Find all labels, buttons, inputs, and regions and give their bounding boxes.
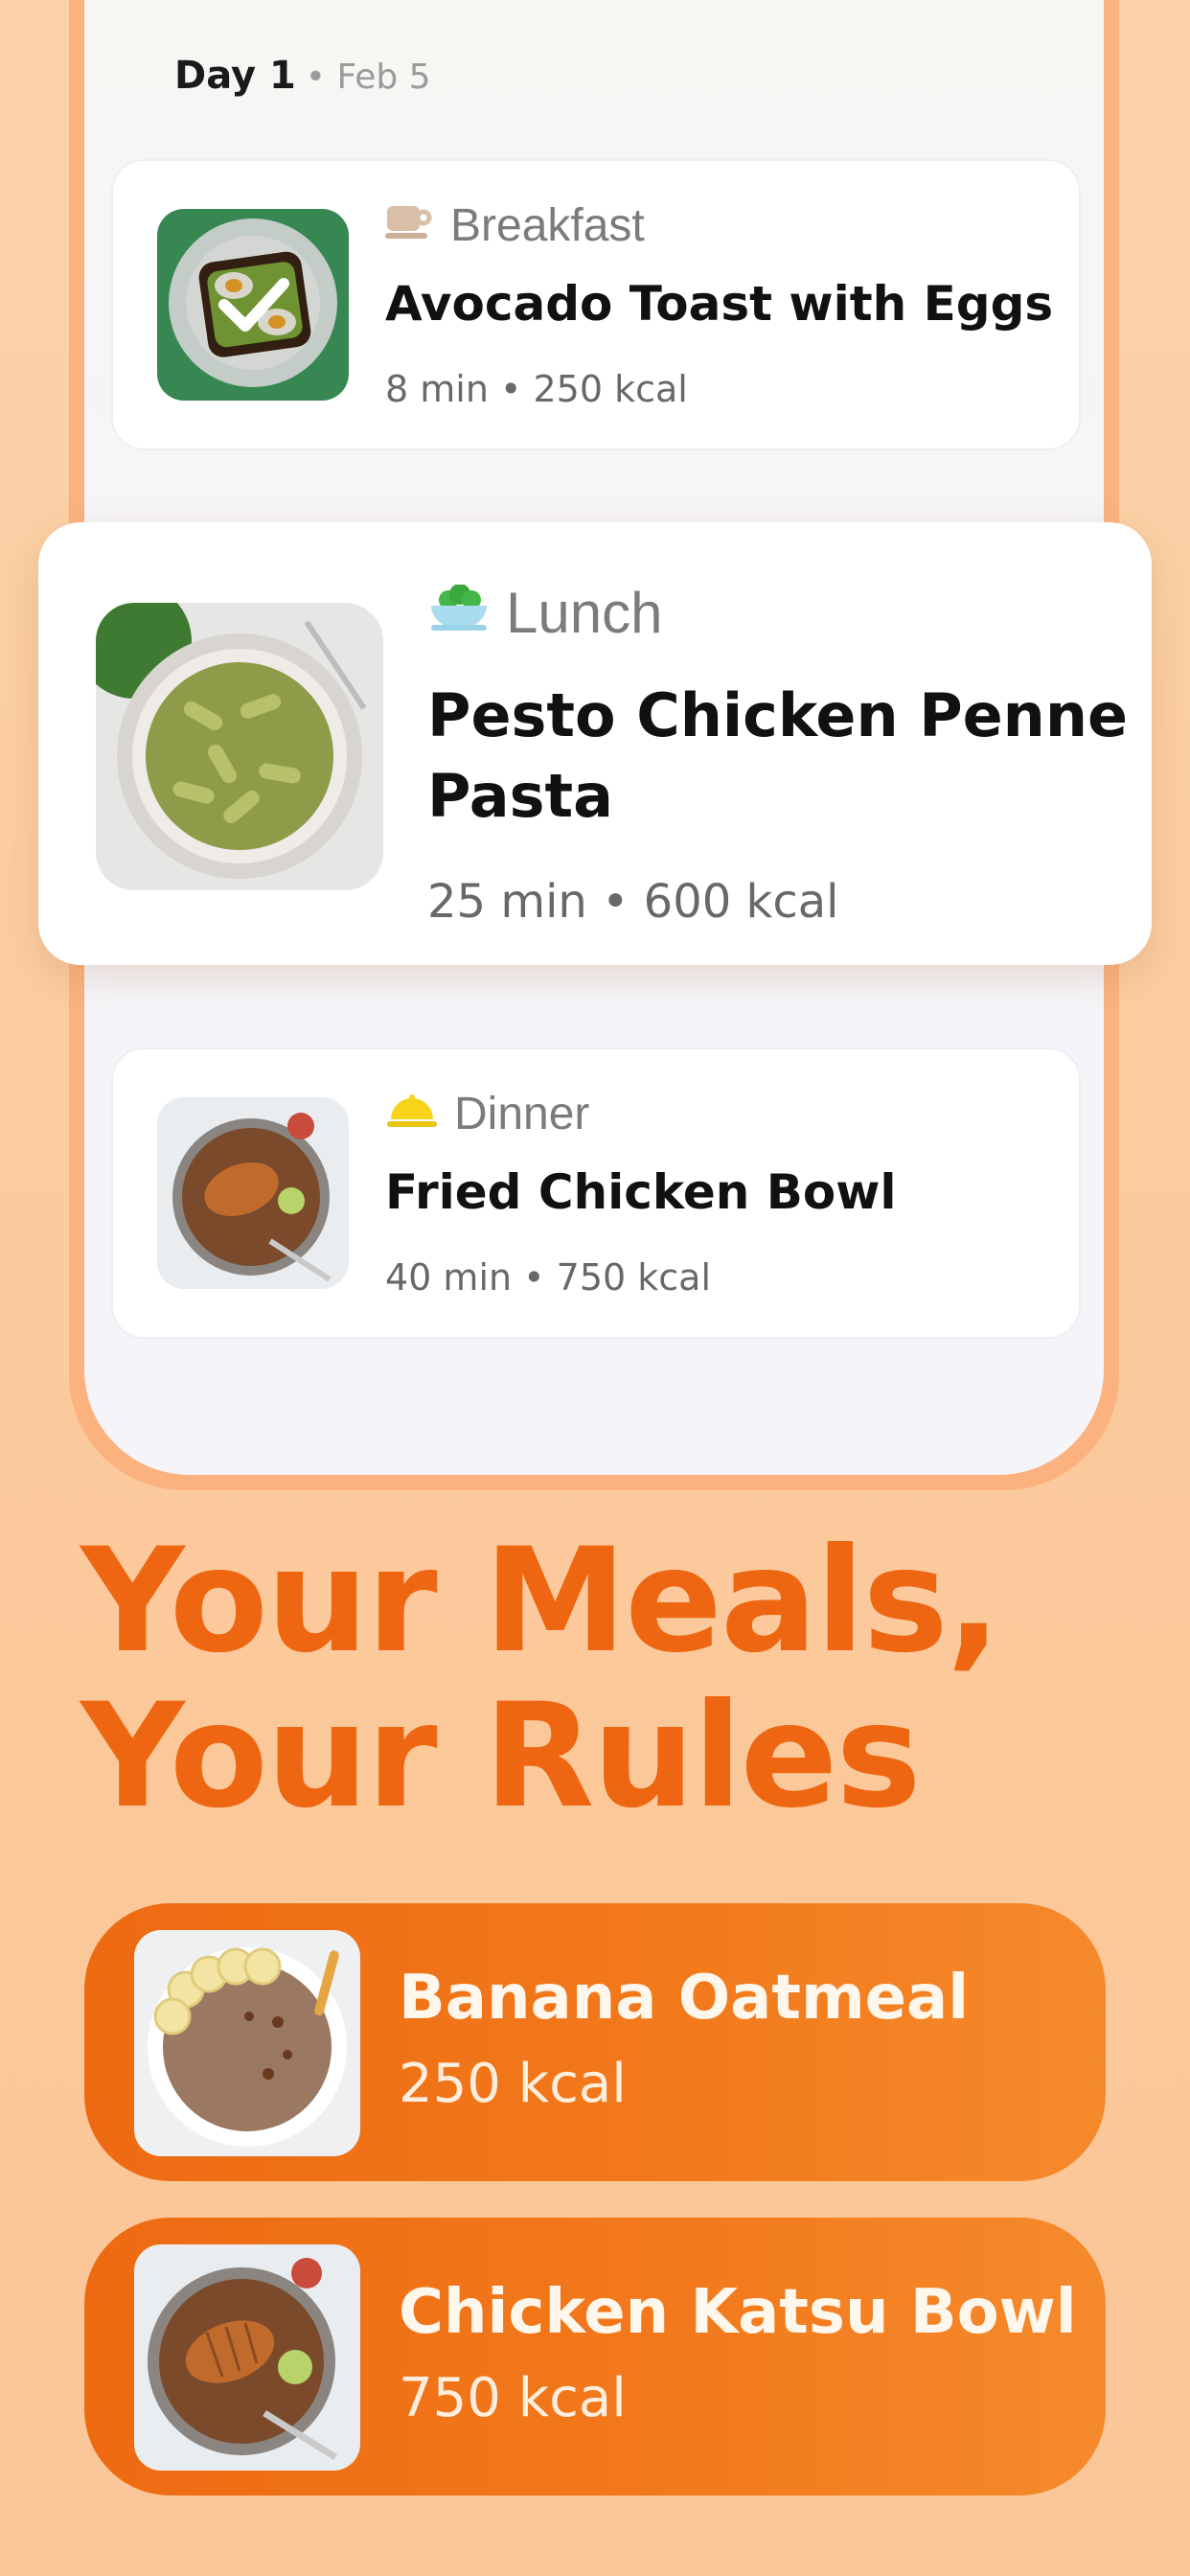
avocado-toast-photo [157,209,349,401]
rule-name: Chicken Katsu Bowl [399,2277,1077,2348]
meal-type-breakfast: Breakfast [385,199,645,252]
meal-card-breakfast[interactable]: Breakfast Avocado Toast with Eggs 8 min … [111,159,1081,450]
pesto-pasta-photo [96,603,383,890]
headline: Your Meals, Your Rules [80,1524,1115,1834]
meal-name: Fried Chicken Bowl [385,1164,897,1220]
meal-card-dinner[interactable]: Dinner Fried Chicken Bowl 40 min • 750 k… [111,1047,1081,1339]
meal-meta: 8 min • 250 kcal [385,368,688,410]
meal-card-lunch[interactable]: Lunch Pesto Chicken Penne Pasta 25 min •… [38,522,1152,965]
meal-type-lunch: Lunch [427,580,662,646]
day-title: Day 1 [174,54,296,98]
meal-meta: 25 min • 600 kcal [427,875,839,929]
headline-line-1: Your Meals, [80,1518,1001,1685]
day-header: Day 1 • Feb 5 [174,54,431,98]
rule-kcal: 750 kcal [399,2367,627,2429]
rule-name: Banana Oatmeal [399,1963,970,2034]
meal-type-dinner: Dinner [385,1088,589,1140]
cloche-icon [385,1088,439,1140]
meal-name: Avocado Toast with Eggs [385,276,1054,332]
fried-chicken-bowl-photo [157,1097,349,1289]
rule-card-banana-oatmeal[interactable]: Banana Oatmeal 250 kcal [84,1903,1106,2181]
salad-bowl-icon [427,580,491,646]
banana-oatmeal-photo [134,1930,360,2156]
meal-name: Pesto Chicken Penne Pasta [427,680,1129,831]
meal-meta: 40 min • 750 kcal [385,1256,712,1299]
chicken-katsu-bowl-photo [134,2244,360,2471]
headline-line-2: Your Rules [80,1673,922,1840]
day-date: • Feb 5 [305,58,431,97]
meal-type-label: Lunch [506,581,663,645]
meal-type-label: Breakfast [450,200,645,251]
rule-kcal: 250 kcal [399,2053,627,2115]
rule-card-chicken-katsu-bowl[interactable]: Chicken Katsu Bowl 750 kcal [84,2218,1106,2496]
coffee-cup-icon [385,199,435,252]
meal-type-label: Dinner [454,1089,590,1139]
